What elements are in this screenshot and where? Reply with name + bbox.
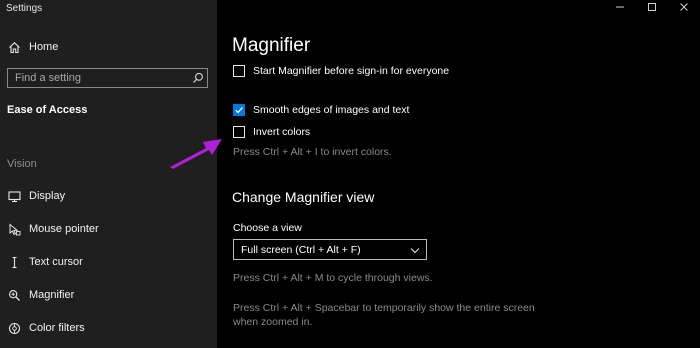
text-cursor-icon xyxy=(7,255,21,269)
checkbox-label: Start Magnifier before sign-in for every… xyxy=(253,65,450,77)
sidebar-item-magnifier[interactable]: Magnifier xyxy=(0,283,217,307)
search-input[interactable] xyxy=(8,69,189,87)
color-filters-icon xyxy=(7,321,21,335)
search-icon[interactable] xyxy=(189,69,207,87)
sidebar-item-display[interactable]: Display xyxy=(0,184,217,208)
sidebar-item-text-cursor[interactable]: Text cursor xyxy=(0,250,217,274)
display-icon xyxy=(7,189,21,203)
sidebar-item-mouse-pointer[interactable]: Mouse pointer xyxy=(0,217,217,241)
start-before-signin-checkbox[interactable] xyxy=(233,65,245,77)
invert-colors-checkbox-row[interactable]: Invert colors xyxy=(233,126,310,138)
mouse-pointer-icon xyxy=(7,222,21,236)
annotation-arrow-icon xyxy=(168,134,224,175)
sidebar-item-label: Color filters xyxy=(29,322,85,334)
invert-colors-checkbox[interactable] xyxy=(233,126,245,138)
sidebar-item-label: Magnifier xyxy=(29,289,75,301)
cycle-hint: Press Ctrl + Alt + M to cycle through vi… xyxy=(233,272,433,284)
search-box[interactable] xyxy=(7,68,208,88)
checkbox-label: Smooth edges of images and text xyxy=(253,104,410,116)
sidebar-item-color-filters[interactable]: Color filters xyxy=(0,316,217,340)
view-dropdown-value: Full screen (Ctrl + Alt + F) xyxy=(241,243,361,256)
sidebar-item-label: Home xyxy=(29,41,59,53)
chevron-down-icon xyxy=(410,241,420,259)
checkmark-icon xyxy=(235,107,243,114)
sidebar-item-label: Text cursor xyxy=(29,256,83,268)
view-heading: Change Magnifier view xyxy=(232,189,375,205)
app-title: Settings xyxy=(6,3,43,14)
page-title: Magnifier xyxy=(232,35,311,56)
start-before-signin-checkbox-row[interactable]: Start Magnifier before sign-in for every… xyxy=(233,65,449,77)
sidebar-item-label: Display xyxy=(29,190,66,202)
spacebar-hint: Press Ctrl + Alt + Spacebar to temporari… xyxy=(233,302,535,328)
sidebar-item-label: Mouse pointer xyxy=(29,223,99,235)
settings-window: Settings Home Ease of Access Vision Disp… xyxy=(0,0,700,348)
smooth-edges-checkbox-row[interactable]: Smooth edges of images and text xyxy=(233,104,409,116)
magnifier-icon xyxy=(7,288,21,302)
view-dropdown[interactable]: Full screen (Ctrl + Alt + F) xyxy=(233,239,427,260)
group-label: Vision xyxy=(7,158,37,170)
checkbox-label: Invert colors xyxy=(253,126,311,138)
view-label: Choose a view xyxy=(233,222,302,234)
sidebar-item-home[interactable]: Home xyxy=(0,35,217,59)
smooth-edges-checkbox[interactable] xyxy=(233,104,245,116)
main-content: Magnifier Start Magnifier before sign-in… xyxy=(217,0,700,348)
section-heading[interactable]: Ease of Access xyxy=(7,104,87,116)
home-icon xyxy=(7,40,21,54)
invert-hint: Press Ctrl + Alt + I to invert colors. xyxy=(233,146,392,158)
